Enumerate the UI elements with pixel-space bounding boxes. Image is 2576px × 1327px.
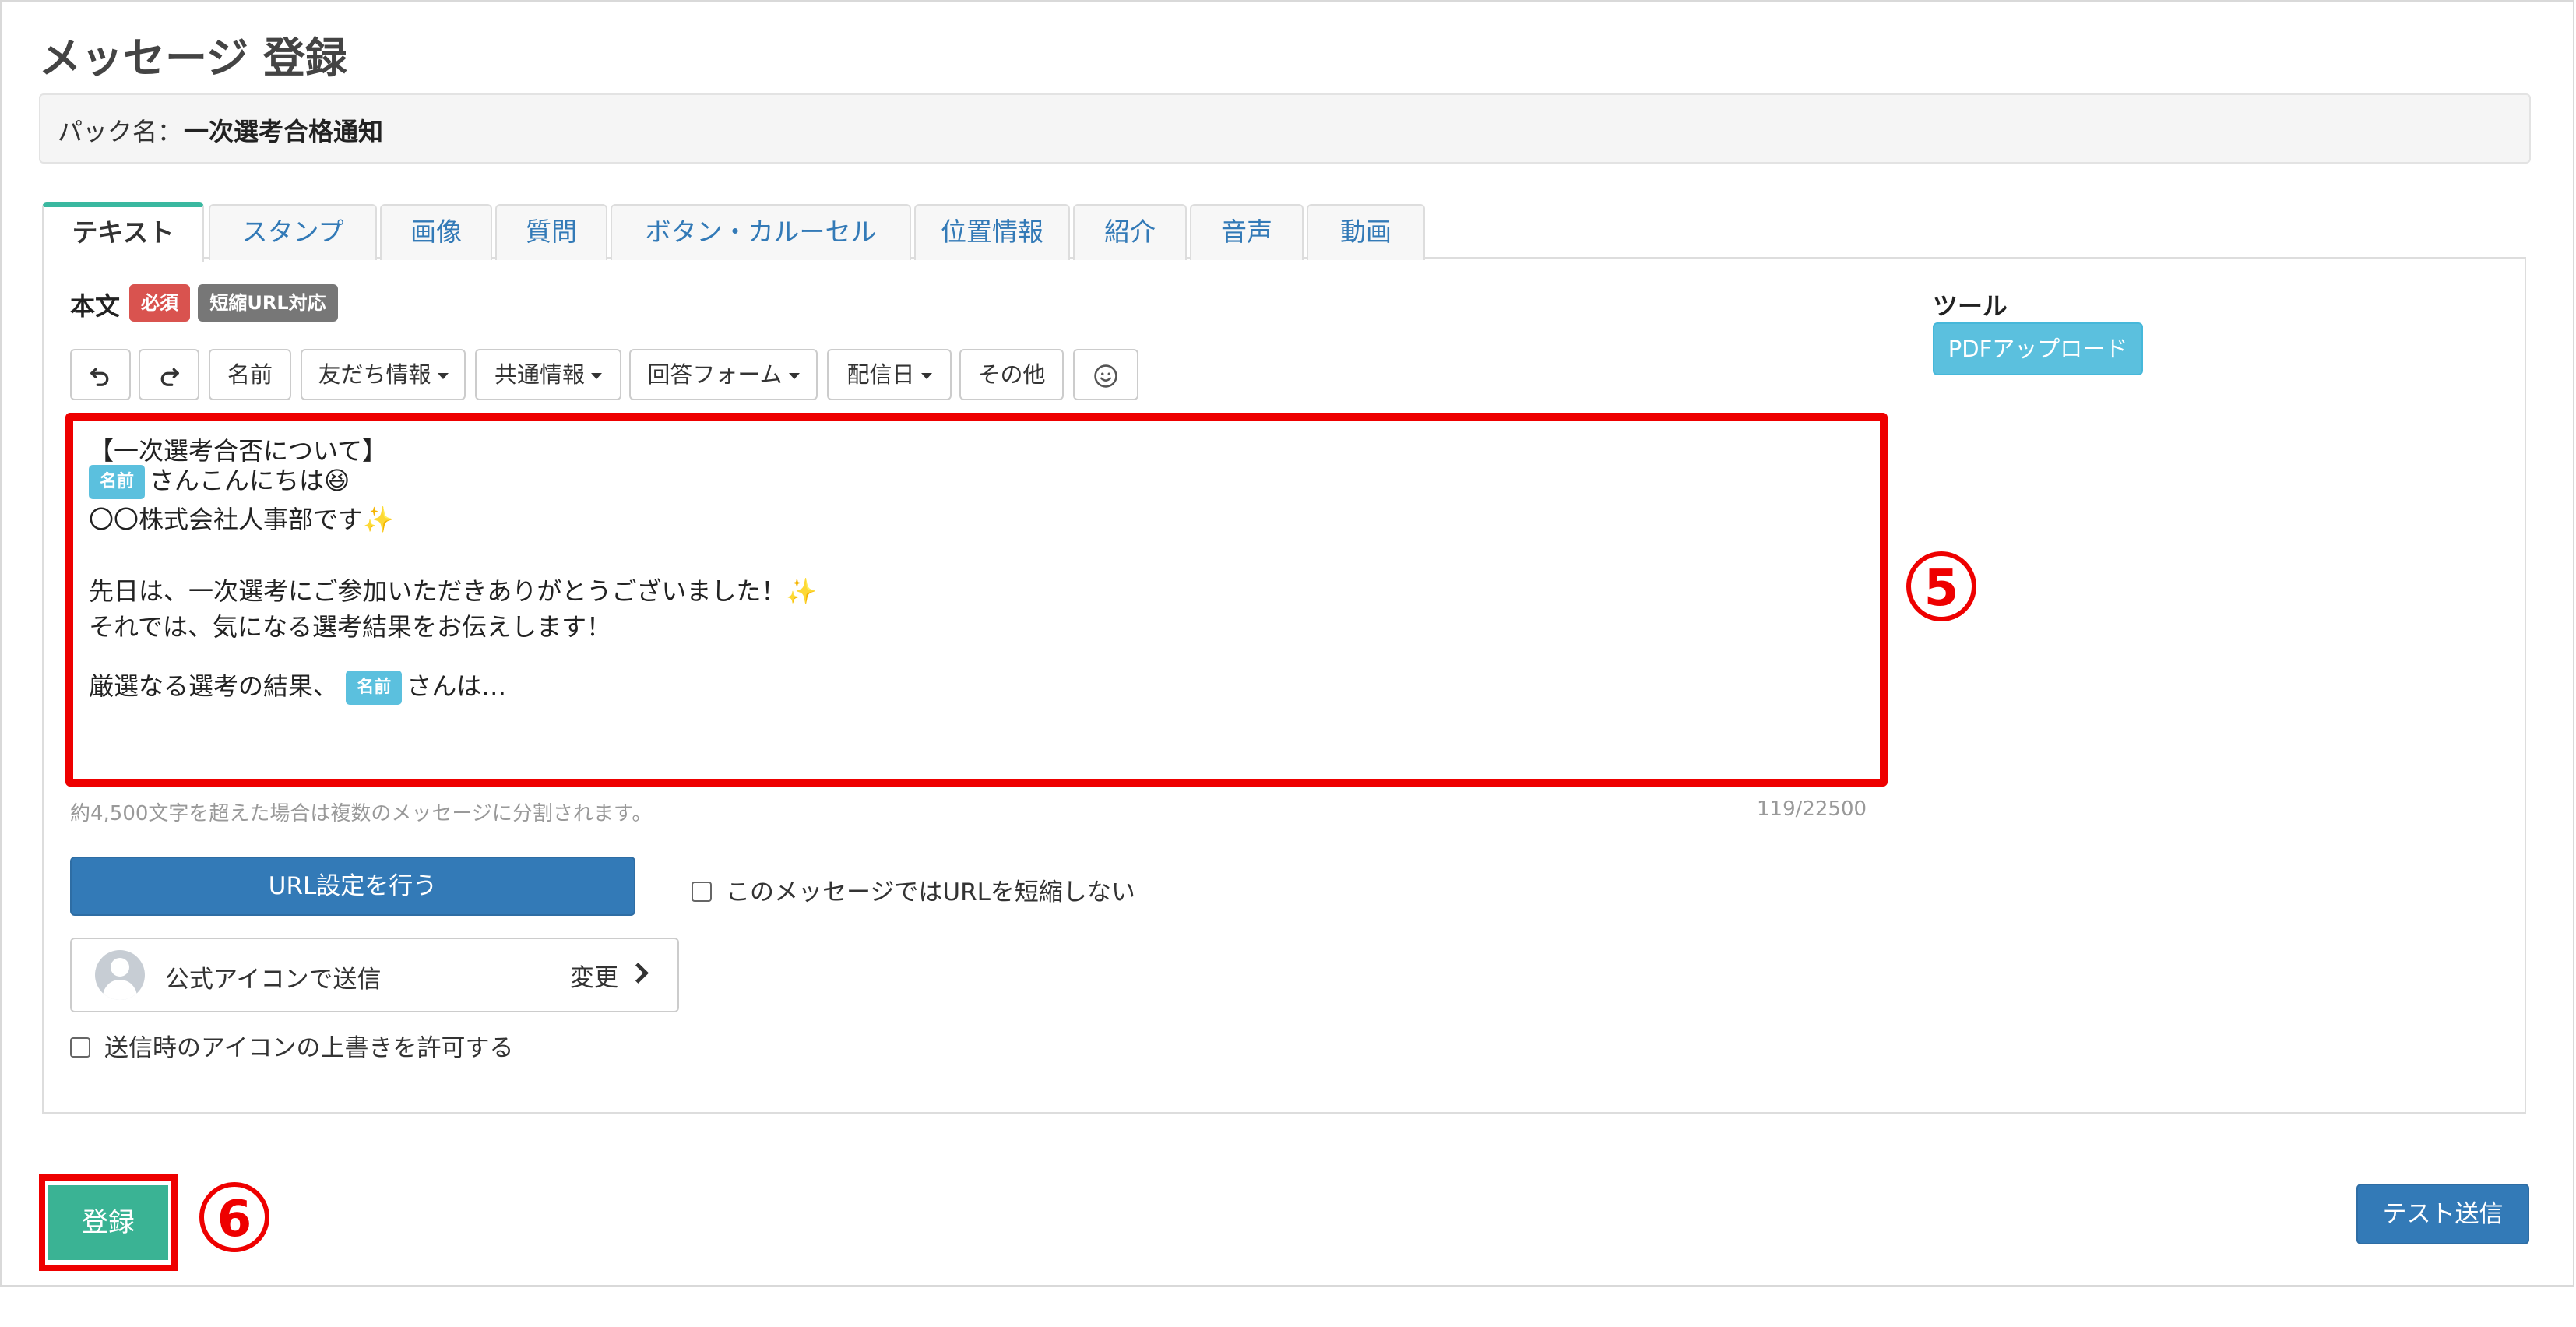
tab-introduce[interactable]: 紹介 [1073, 204, 1187, 260]
split-hint-text: 約4,500文字を超えた場合は複数のメッセージに分割されます。 [70, 802, 653, 825]
editor-line-6-after: さんは… [406, 671, 507, 701]
submit-button[interactable]: 登録 [48, 1185, 168, 1260]
change-icon-link[interactable]: 変更 [570, 958, 618, 993]
pack-name-value: 一次選考合格通知 [184, 117, 384, 146]
caret-down-icon [591, 373, 602, 379]
required-badge: 必須 [129, 284, 190, 322]
answer-form-label: 回答フォーム [647, 361, 783, 388]
shared-info-dropdown[interactable]: 共通情報 [475, 349, 621, 400]
editor-line-6-before: 厳選なる選考の結果、 [89, 671, 339, 701]
chevron-right-icon [628, 963, 649, 984]
pack-name-label: パック名： [58, 117, 183, 146]
tools-title: ツール [1933, 291, 2008, 321]
emoji-button[interactable] [1073, 349, 1138, 400]
pack-name-bar: パック名： 一次選考合格通知 [39, 93, 2531, 164]
undo-button[interactable] [70, 349, 131, 400]
redo-icon [160, 368, 179, 386]
editor-line-6: 厳選なる選考の結果、 名前 さんは… [89, 667, 506, 705]
test-send-button[interactable]: テスト送信 [2356, 1184, 2529, 1244]
allow-icon-override-label: 送信時のアイコンの上書きを許可する [104, 1034, 514, 1062]
editor-line-4: 先日は、一次選考にご参加いただきありがとうございました！✨ [89, 572, 817, 607]
tab-video[interactable]: 動画 [1307, 204, 1425, 260]
url-settings-button[interactable]: URL設定を行う [70, 857, 635, 916]
pdf-upload-button[interactable]: PDFアップロード [1933, 322, 2143, 375]
caret-down-icon [788, 373, 800, 379]
undo-icon [90, 368, 109, 386]
friend-info-dropdown[interactable]: 友だち情報 [301, 349, 466, 400]
editor-line-2: 名前 さんこんにちは😆 [89, 461, 350, 499]
tab-location[interactable]: 位置情報 [914, 204, 1070, 260]
other-button[interactable]: その他 [959, 349, 1064, 400]
tab-question[interactable]: 質問 [495, 204, 607, 260]
sparkles-icon: ✨ [363, 505, 394, 534]
annotation-number-5: 5 [1906, 551, 1976, 621]
tab-audio[interactable]: 音声 [1190, 204, 1304, 260]
redo-button[interactable] [139, 349, 199, 400]
short-url-badge: 短縮URL対応 [198, 284, 338, 322]
editor-line-4-text: 先日は、一次選考にご参加いただきありがとうございました！ [89, 576, 787, 606]
delivery-date-dropdown[interactable]: 配信日 [827, 349, 952, 400]
shared-info-label: 共通情報 [494, 361, 585, 388]
body-label: 本文 [70, 291, 121, 321]
caret-down-icon [437, 373, 449, 379]
page-title: メッセージ 登録 [39, 33, 347, 83]
editor-line-5: それでは、気になる選考結果をお伝えします！ [89, 612, 612, 642]
editor-line-3-text: 〇〇株式会社人事部です [89, 505, 364, 534]
tab-stamp[interactable]: スタンプ [209, 204, 377, 260]
sender-icon-selector: 公式アイコンで送信 変更 [70, 938, 679, 1012]
editor-line-3: 〇〇株式会社人事部です✨ [89, 500, 394, 536]
answer-form-dropdown[interactable]: 回答フォーム [629, 349, 818, 400]
no-shorten-url-checkbox[interactable] [692, 882, 712, 902]
name-variable-tag: 名前 [89, 465, 146, 499]
allow-icon-override-checkbox[interactable] [70, 1037, 90, 1058]
name-variable-tag: 名前 [346, 671, 403, 705]
delivery-date-label: 配信日 [846, 361, 915, 388]
no-shorten-url-label: このメッセージではURLを短縮しない [726, 878, 1135, 906]
smiley-icon [1094, 364, 1117, 388]
tab-image[interactable]: 画像 [380, 204, 492, 260]
insert-name-button[interactable]: 名前 [209, 349, 291, 400]
tab-text[interactable]: テキスト [42, 202, 204, 262]
annotation-number-6: 6 [199, 1182, 269, 1252]
tab-button-carousel[interactable]: ボタン・カルーセル [611, 204, 911, 260]
editor-line-2-text: さんこんにちは😆 [150, 466, 350, 495]
caret-down-icon [920, 373, 932, 379]
avatar-icon [95, 950, 145, 1000]
sender-icon-label: 公式アイコンで送信 [165, 966, 382, 994]
character-counter: 119/22500 [1757, 797, 1867, 821]
message-body-editor[interactable]: 【一次選考合否について】 名前 さんこんにちは😆 〇〇株式会社人事部です✨ 先日は… [65, 413, 1888, 787]
friend-info-label: 友だち情報 [318, 361, 431, 388]
sparkles-icon: ✨ [786, 576, 818, 606]
